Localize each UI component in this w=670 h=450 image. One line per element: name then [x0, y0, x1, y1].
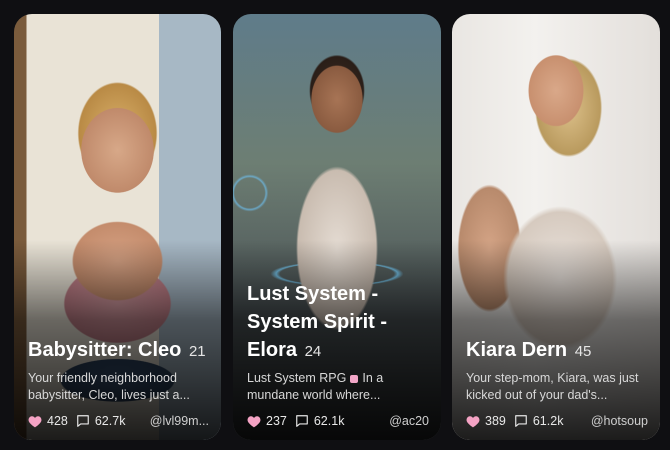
card-info: Kiara Dern 45 Your step-mom, Kiara, was … [466, 336, 648, 428]
likes-count: 237 [266, 414, 287, 428]
card-info: Lust System - System Spirit - Elora 24 L… [247, 280, 429, 428]
chat-bubble-icon [296, 415, 308, 427]
messages-stat: 62.7k [76, 414, 126, 428]
messages-count: 62.7k [94, 414, 126, 428]
character-name: Lust System - System Spirit - Elora 24 [247, 280, 429, 366]
messages-count: 62.1k [313, 414, 345, 428]
character-age: 45 [574, 343, 592, 360]
description-text-start: Lust System RPG [247, 371, 347, 385]
chat-bubble-icon [515, 415, 527, 427]
character-card-elora[interactable]: Lust System - System Spirit - Elora 24 L… [233, 14, 441, 440]
card-stats: 428 62.7k @lvl99m... [28, 414, 209, 428]
character-title: Babysitter: Cleo [28, 339, 182, 361]
character-name: Kiara Dern 45 [466, 336, 648, 366]
card-info: Babysitter: Cleo 21 Your friendly neighb… [28, 336, 209, 428]
likes-count: 389 [485, 414, 506, 428]
likes-stat: 389 [466, 414, 506, 428]
character-description: Your step-mom, Kiara, was just kicked ou… [466, 371, 639, 402]
character-card-cleo[interactable]: Babysitter: Cleo 21 Your friendly neighb… [14, 14, 221, 440]
author-handle[interactable]: @lvl99m... [150, 414, 209, 428]
character-card-kiara[interactable]: Kiara Dern 45 Your step-mom, Kiara, was … [452, 14, 660, 440]
author-handle[interactable]: @hotsoup [591, 414, 648, 428]
heart-icon [28, 415, 42, 427]
card-stats: 389 61.2k @hotsoup [466, 414, 648, 428]
messages-stat: 61.2k [514, 414, 564, 428]
character-description: Your friendly neighborhood babysitter, C… [28, 371, 190, 402]
character-name: Babysitter: Cleo 21 [28, 336, 209, 366]
likes-stat: 237 [247, 414, 287, 428]
pink-square-icon [350, 374, 359, 383]
character-age: 21 [188, 343, 206, 360]
likes-count: 428 [47, 414, 68, 428]
chat-bubble-icon [77, 415, 89, 427]
messages-count: 61.2k [532, 414, 564, 428]
character-card-row: Babysitter: Cleo 21 Your friendly neighb… [0, 0, 670, 450]
heart-icon [247, 415, 261, 427]
character-title: Kiara Dern [466, 339, 568, 361]
character-description: Lust System RPG In a mundane world where.… [247, 370, 429, 404]
card-stats: 237 62.1k @ac20 [247, 414, 429, 428]
messages-stat: 62.1k [295, 414, 345, 428]
likes-stat: 428 [28, 414, 68, 428]
character-age: 24 [304, 343, 322, 360]
heart-icon [466, 415, 480, 427]
author-handle[interactable]: @ac20 [389, 414, 429, 428]
